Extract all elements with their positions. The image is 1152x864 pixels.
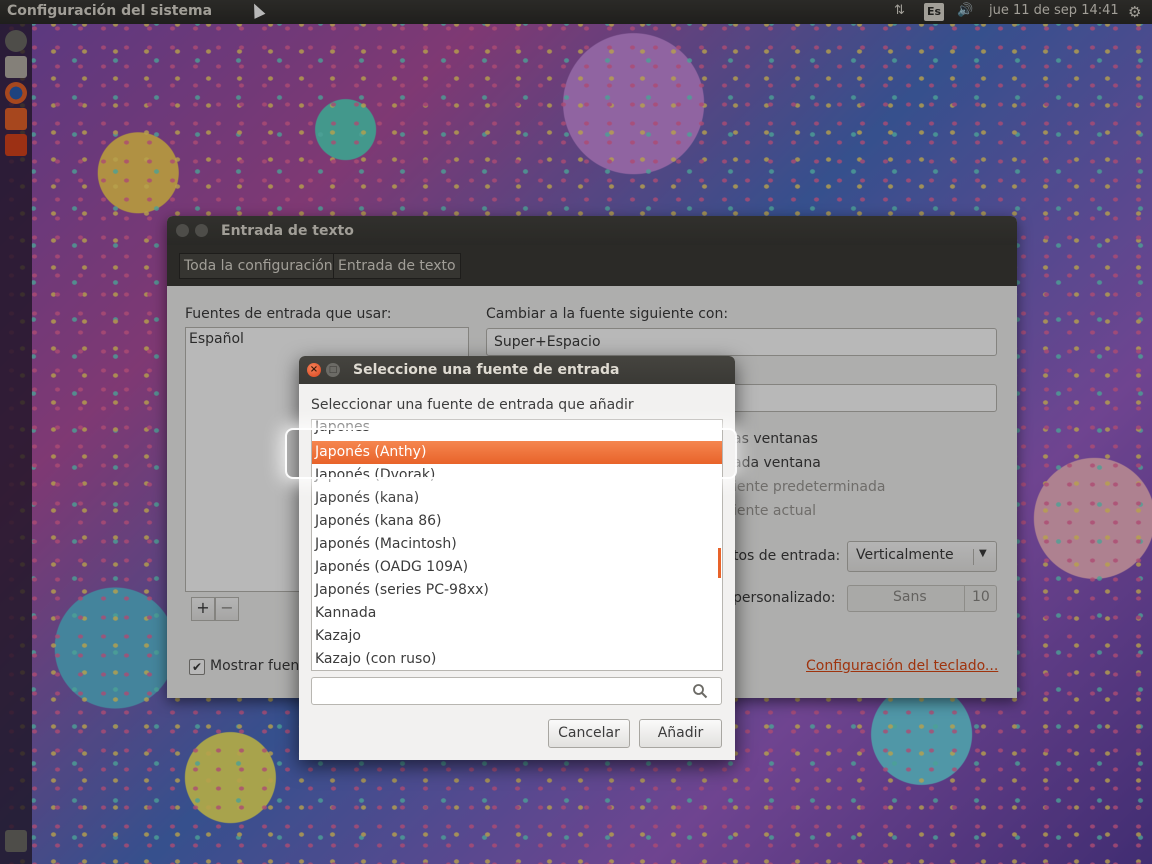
window-title: Entrada de texto <box>221 223 354 239</box>
option-current-source[interactable]: iente actual <box>733 503 816 519</box>
close-icon[interactable]: × <box>307 363 321 377</box>
list-item[interactable]: Kazajo (con ruso) <box>312 648 722 670</box>
sources-label: Fuentes de entrada que usar: <box>185 306 392 322</box>
list-item[interactable]: Japonés (kana) <box>312 487 722 510</box>
option-same-source-all-windows[interactable]: as ventanas <box>733 431 818 447</box>
firefox-icon[interactable] <box>5 82 27 104</box>
close-icon[interactable] <box>176 224 189 237</box>
chevron-down-icon: ▼ <box>979 548 987 559</box>
list-item[interactable]: Japonés (OADG 109A) <box>312 556 722 579</box>
list-item[interactable]: Japonés (Macintosh) <box>312 533 722 556</box>
keyboard-layout-indicator[interactable]: Es <box>924 3 944 21</box>
list-item[interactable]: Japonés (series PC-98xx) <box>312 579 722 602</box>
custom-font-button[interactable]: Sans 10 <box>847 585 997 612</box>
network-updown-icon[interactable]: ⇅ <box>894 3 905 18</box>
switch-next-shortcut-field[interactable]: Super+Espacio <box>486 328 997 356</box>
minimize-icon[interactable] <box>195 224 208 237</box>
add-button[interactable]: Añadir <box>639 719 722 748</box>
files-icon[interactable] <box>5 56 27 78</box>
show-sources-label: tos de entrada: <box>733 548 841 564</box>
list-item[interactable]: Japones <box>312 420 722 439</box>
window-titlebar: Entrada de texto <box>167 216 1017 245</box>
breadcrumb-text-entry[interactable]: Entrada de texto <box>333 253 461 279</box>
option-default-source[interactable]: iente predeterminada <box>733 479 885 495</box>
dialog-titlebar: × □ Seleccione una fuente de entrada <box>299 356 735 384</box>
list-item[interactable]: Kazajo <box>312 625 722 648</box>
font-divider <box>964 586 965 611</box>
top-panel: Configuración del sistema ⇅ Es 🔊 jue 11 … <box>0 0 1152 24</box>
input-source-list[interactable]: Japones Japonés (Anthy) Japonés (Dvorak)… <box>311 419 723 671</box>
list-item[interactable]: Kannada <box>312 602 722 625</box>
list-item-selected[interactable]: Japonés (Anthy) <box>312 441 722 464</box>
cancel-button[interactable]: Cancelar <box>548 719 630 748</box>
keyboard-settings-link[interactable]: Configuración del teclado... <box>806 658 998 674</box>
custom-font-label: personalizado: <box>733 590 836 606</box>
select-input-source-dialog: × □ Seleccione una fuente de entrada Sel… <box>299 356 735 760</box>
breadcrumb-all-settings[interactable]: Toda la configuración <box>179 253 338 279</box>
select-divider <box>973 549 974 565</box>
active-app-title: Configuración del sistema <box>7 3 213 19</box>
font-name: Sans <box>893 589 927 605</box>
trash-icon[interactable] <box>5 830 27 852</box>
add-source-button[interactable]: + <box>191 597 215 621</box>
dash-icon[interactable] <box>5 30 27 52</box>
search-icon <box>693 684 708 699</box>
list-scrollbar[interactable] <box>718 548 721 578</box>
show-current-source-checkbox[interactable]: ✔ <box>189 659 205 675</box>
option-source-each-window[interactable]: ada ventana <box>733 455 821 471</box>
list-item[interactable]: Japonés (kana 86) <box>312 510 722 533</box>
orientation-select[interactable]: Verticalmente ▼ <box>847 541 997 572</box>
volume-icon[interactable]: 🔊 <box>957 3 973 18</box>
maximize-icon[interactable]: □ <box>326 363 340 377</box>
orientation-value: Verticalmente <box>856 547 954 563</box>
show-current-source-text: Mostrar fuen <box>210 658 300 674</box>
launcher <box>0 24 32 864</box>
list-item[interactable]: Español <box>189 331 244 347</box>
font-size: 10 <box>972 589 990 605</box>
remove-source-button[interactable]: − <box>215 597 239 621</box>
search-input[interactable] <box>311 677 722 705</box>
software-center-icon[interactable] <box>5 108 27 130</box>
system-settings-icon[interactable] <box>5 134 27 156</box>
list-item[interactable]: Japonés (Dvorak) <box>312 464 722 487</box>
gear-icon[interactable]: ⚙ <box>1128 3 1141 21</box>
breadcrumb: Toda la configuración Entrada de texto <box>167 245 1017 286</box>
clock[interactable]: jue 11 de sep 14:41 <box>989 3 1119 18</box>
dialog-prompt: Seleccionar una fuente de entrada que añ… <box>311 397 634 413</box>
switch-next-label: Cambiar a la fuente siguiente con: <box>486 306 729 322</box>
dialog-title: Seleccione una fuente de entrada <box>353 362 620 378</box>
